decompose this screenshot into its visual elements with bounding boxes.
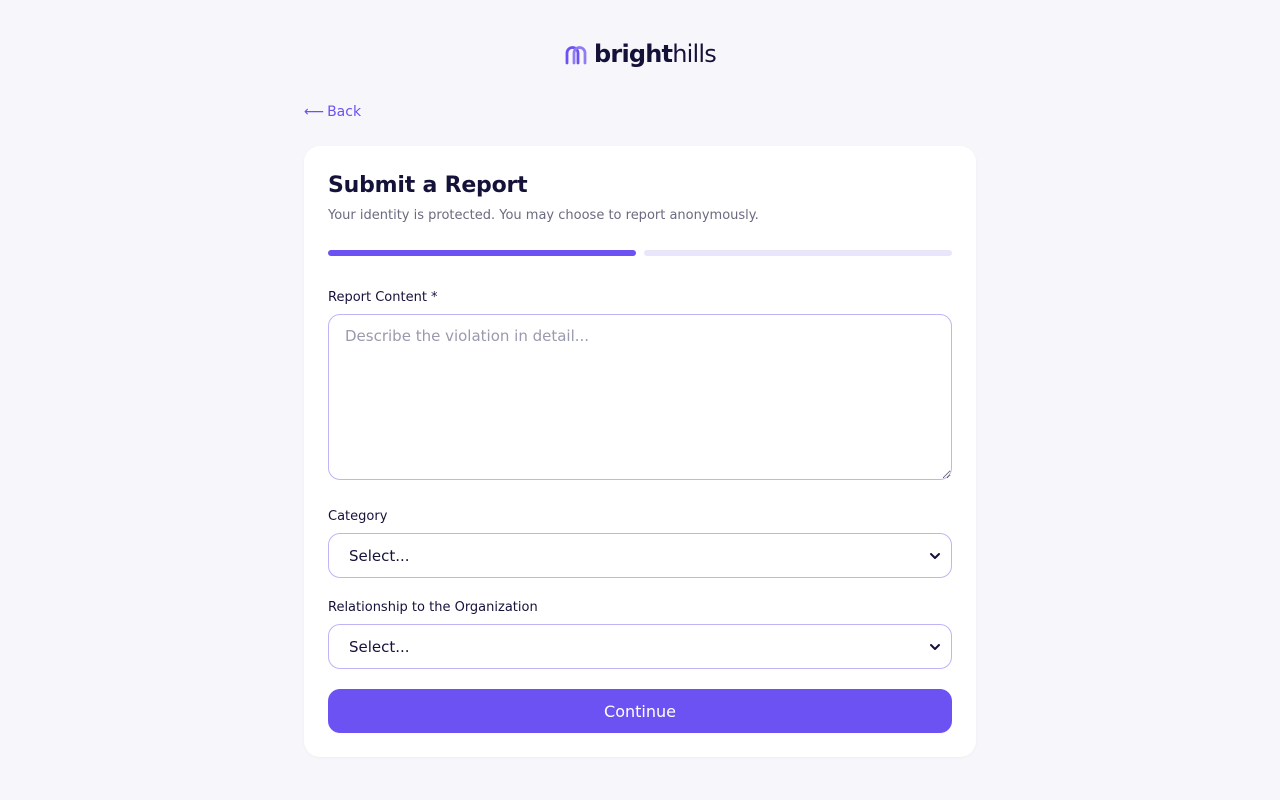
brand-name-bold: bright: [594, 40, 673, 68]
report-form-card: Submit a Report Your identity is protect…: [304, 146, 976, 757]
back-arrow-icon: ⟵: [304, 104, 325, 120]
relationship-select-value: Select...: [349, 637, 410, 656]
progress-step-1: [328, 250, 636, 256]
continue-button[interactable]: Continue: [328, 689, 952, 733]
back-link-label: Back: [327, 104, 362, 120]
page-title: Submit a Report: [328, 173, 528, 198]
category-select[interactable]: Select...: [328, 533, 952, 578]
step-progress: [328, 250, 952, 256]
chevron-down-icon: [930, 552, 940, 559]
page-subtitle: Your identity is protected. You may choo…: [328, 208, 759, 223]
category-select-value: Select...: [349, 546, 410, 565]
report-content-textarea[interactable]: [328, 314, 952, 480]
category-label: Category: [328, 509, 388, 524]
brand-name: brighthills: [594, 40, 717, 68]
back-link[interactable]: ⟵ Back: [304, 103, 361, 121]
brand-name-light: hills: [672, 40, 717, 68]
progress-step-2: [644, 250, 952, 256]
arch-logo-icon: [565, 46, 587, 65]
brand-logo: brighthills: [0, 40, 1280, 68]
chevron-down-icon: [930, 643, 940, 650]
relationship-label: Relationship to the Organization: [328, 600, 538, 615]
relationship-select[interactable]: Select...: [328, 624, 952, 669]
report-content-label: Report Content *: [328, 290, 438, 305]
